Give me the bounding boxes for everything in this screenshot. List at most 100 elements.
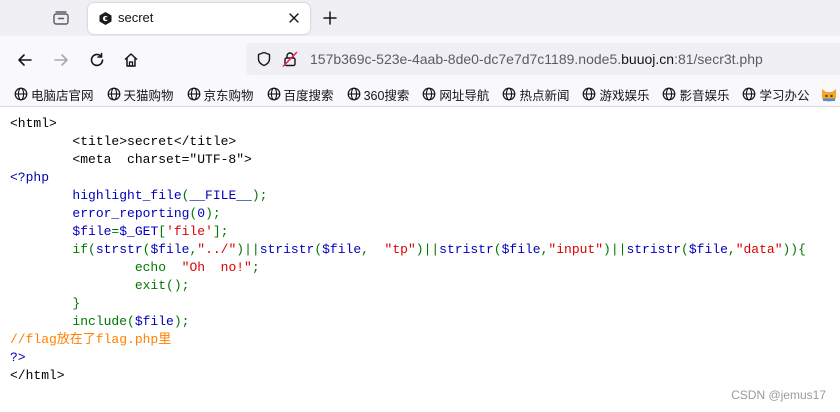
code-line: <meta charset="UTF-8"> [10, 151, 806, 169]
code-token: "data" [735, 242, 783, 257]
code-token: include( [10, 314, 135, 329]
bookmark-item[interactable]: 学习办公 [742, 85, 810, 103]
code-line: <html> [10, 115, 806, 133]
code-token: $file [134, 314, 174, 329]
bookmark-label: 学习办公 [759, 88, 810, 103]
url-suffix: :81/secr3t.php [674, 51, 763, 67]
code-line: include($file); [10, 313, 806, 331]
url-prefix: 157b369c-523e-4aab-8de0-dc7e7d7c1189.nod… [310, 51, 622, 67]
forward-arrow-icon[interactable] [50, 49, 72, 71]
code-token: <meta charset="UTF-8"> [10, 152, 252, 167]
extension-cat-icon[interactable] [820, 85, 838, 108]
code-token: ; [251, 260, 260, 275]
bookmark-label: 游戏娱乐 [599, 88, 650, 103]
code-token: ( [314, 242, 323, 257]
code-token: exit(); [10, 278, 190, 293]
code-token: <html> [10, 116, 57, 131]
bookmark-item[interactable]: 游戏娱乐 [582, 85, 649, 103]
url-text[interactable]: 157b369c-523e-4aab-8de0-dc7e7d7c1189.nod… [310, 51, 763, 67]
bookmark-list: 电脑店官网 天猫购物 京东购物 百度搜索 360搜索 网址导航 热点新闻 游戏娱乐 影音娱乐 学习… [14, 85, 823, 103]
code-token: , [727, 242, 736, 257]
csdn-watermark: CSDN @jemus17 [731, 388, 826, 402]
bookmark-label: 京东购物 [203, 88, 254, 103]
bookmark-label: 热点新闻 [519, 88, 570, 103]
bookmark-label: 电脑店官网 [31, 88, 94, 103]
tracking-protection-shield-icon[interactable] [256, 51, 272, 72]
code-token: ); [205, 206, 221, 221]
home-icon[interactable] [120, 49, 142, 71]
close-tab-icon[interactable] [286, 10, 302, 26]
url-host: buuoj.cn [621, 51, 675, 67]
globe-icon [14, 87, 31, 101]
globe-icon [502, 87, 519, 101]
globe-icon [742, 87, 759, 101]
code-token: if( [10, 242, 96, 257]
code-token: 0 [197, 206, 206, 221]
code-token: stristr [626, 242, 682, 257]
code-token: __FILE__ [189, 188, 252, 203]
bookmark-label: 天猫购物 [123, 88, 174, 103]
address-bar[interactable]: 157b369c-523e-4aab-8de0-dc7e7d7c1189.nod… [246, 43, 840, 75]
code-line: $file=$_GET['file']; [10, 223, 806, 241]
code-token: )|| [236, 242, 260, 257]
code-token: <title>secret</title> [10, 134, 237, 149]
code-token: ( [493, 242, 502, 257]
code-token: } [10, 296, 81, 311]
code-token: ]; [212, 224, 229, 239]
code-line: </html> [10, 367, 806, 385]
tab-secret[interactable]: secret [88, 3, 310, 34]
code-token: ); [251, 188, 268, 203]
bookmark-label: 影音娱乐 [679, 88, 730, 103]
code-token: ); [173, 314, 190, 329]
code-line: echo "Oh no!"; [10, 259, 806, 277]
code-token: highlight_file [10, 188, 182, 203]
code-token: ( [681, 242, 689, 257]
code-line: error_reporting(0); [10, 205, 806, 223]
bookmark-item[interactable]: 天猫购物 [107, 85, 174, 103]
code-line: } [10, 295, 806, 313]
code-line: <?php [10, 169, 806, 187]
code-token: $file [322, 242, 362, 257]
code-token: stristr [439, 242, 494, 257]
code-line: if(strstr($file,"../")||stristr($file, "… [10, 241, 806, 259]
php-source-code: <html> <title>secret</title> <meta chars… [10, 115, 806, 385]
bookmark-item[interactable]: 电脑店官网 [14, 85, 94, 103]
globe-icon [422, 87, 439, 101]
code-token: $file [150, 242, 190, 257]
bookmark-item[interactable]: 京东购物 [187, 85, 254, 103]
bookmark-item[interactable]: 360搜索 [347, 85, 409, 103]
code-token: <?php [10, 170, 50, 185]
bookmarks-toolbar: 电脑店官网 天猫购物 京东购物 百度搜索 360搜索 网址导航 热点新闻 游戏娱乐 影音娱乐 学习… [0, 82, 840, 107]
tab-strip: secret [0, 0, 840, 36]
back-arrow-icon[interactable] [14, 49, 36, 71]
code-token: //flag放在了flag.php里 [10, 332, 172, 347]
code-token: error_reporting [10, 206, 190, 221]
code-token: $_GET [119, 224, 159, 239]
code-token: ?> [10, 350, 26, 365]
bookmark-item[interactable]: 百度搜索 [267, 85, 334, 103]
code-token: "Oh no!" [181, 260, 252, 275]
code-token: $file [688, 242, 728, 257]
globe-icon [662, 87, 679, 101]
code-token: , [361, 242, 385, 257]
code-token: "tp" [384, 242, 416, 257]
bookmark-item[interactable]: 网址导航 [422, 85, 489, 103]
code-token: strstr [95, 242, 143, 257]
code-line: //flag放在了flag.php里 [10, 331, 806, 349]
code-line: exit(); [10, 277, 806, 295]
new-tab-plus-icon[interactable] [320, 9, 340, 27]
code-token: "../" [197, 242, 237, 257]
insecure-lock-icon[interactable] [282, 51, 298, 72]
navigation-toolbar: 157b369c-523e-4aab-8de0-dc7e7d7c1189.nod… [0, 36, 840, 82]
bookmark-item[interactable]: 热点新闻 [502, 85, 569, 103]
bookmark-label: 网址导航 [439, 88, 490, 103]
globe-icon [107, 87, 124, 101]
globe-icon [267, 87, 284, 101]
bookmark-item[interactable]: 影音娱乐 [662, 85, 729, 103]
code-token: $file [501, 242, 541, 257]
code-token: echo [10, 260, 182, 275]
code-token: )|| [603, 242, 627, 257]
code-token: [ [158, 224, 167, 239]
tab-overview-icon[interactable] [50, 8, 72, 28]
reload-icon[interactable] [86, 49, 108, 71]
